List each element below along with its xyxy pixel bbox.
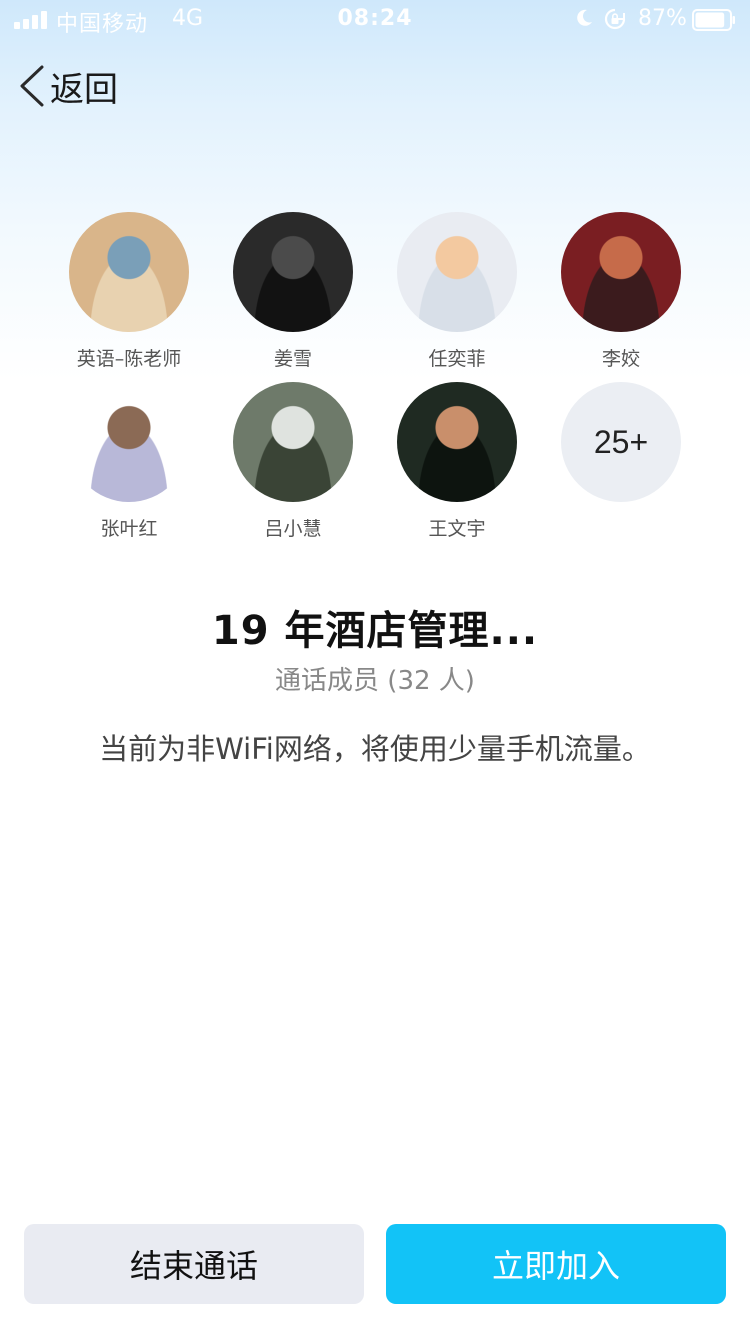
group-title: 19 年酒店管理... (211, 608, 539, 654)
member-name: 吕小慧 (264, 518, 322, 540)
member-count: 通话成员 (32 人) (275, 666, 475, 696)
back-label: 返回 (50, 69, 118, 110)
member-name: 王文宇 (428, 518, 486, 540)
member-item[interactable]: 姜雪 (213, 212, 373, 371)
chevron-left-icon (20, 65, 44, 107)
member-item[interactable]: 英语–陈老师 (49, 212, 209, 371)
avatar (233, 382, 353, 502)
avatar (561, 212, 681, 332)
more-members-button[interactable]: 25+ (541, 382, 701, 502)
status-bar: 中国移动 4G 08:24 87% (0, 0, 750, 40)
network-warning: 当前为非WiFi网络，将使用少量手机流量。 (99, 732, 651, 766)
member-item[interactable]: 王文宇 (377, 382, 537, 541)
member-name: 姜雪 (273, 348, 312, 370)
moon-icon (577, 9, 592, 26)
member-name: 任奕菲 (428, 348, 486, 370)
member-item[interactable]: 吕小慧 (213, 382, 373, 541)
rotation-lock-icon (604, 8, 626, 30)
battery-percent: 87% (638, 6, 687, 31)
member-item[interactable]: 张叶红 (49, 382, 209, 541)
member-name: 张叶红 (100, 518, 158, 540)
end-call-button[interactable]: 结束通话 (24, 1224, 364, 1304)
avatar (397, 382, 517, 502)
member-name: 李姣 (601, 348, 640, 370)
member-item[interactable]: 任奕菲 (377, 212, 537, 371)
member-name: 英语–陈老师 (76, 348, 182, 370)
avatar (397, 212, 517, 332)
join-now-button[interactable]: 立即加入 (386, 1224, 726, 1304)
avatar (233, 212, 353, 332)
battery-icon (692, 9, 735, 31)
more-members-badge: 25+ (561, 382, 681, 502)
avatar (69, 212, 189, 332)
avatar (69, 382, 189, 502)
back-button[interactable]: 返回 (16, 62, 118, 110)
member-item[interactable]: 李姣 (541, 212, 701, 371)
